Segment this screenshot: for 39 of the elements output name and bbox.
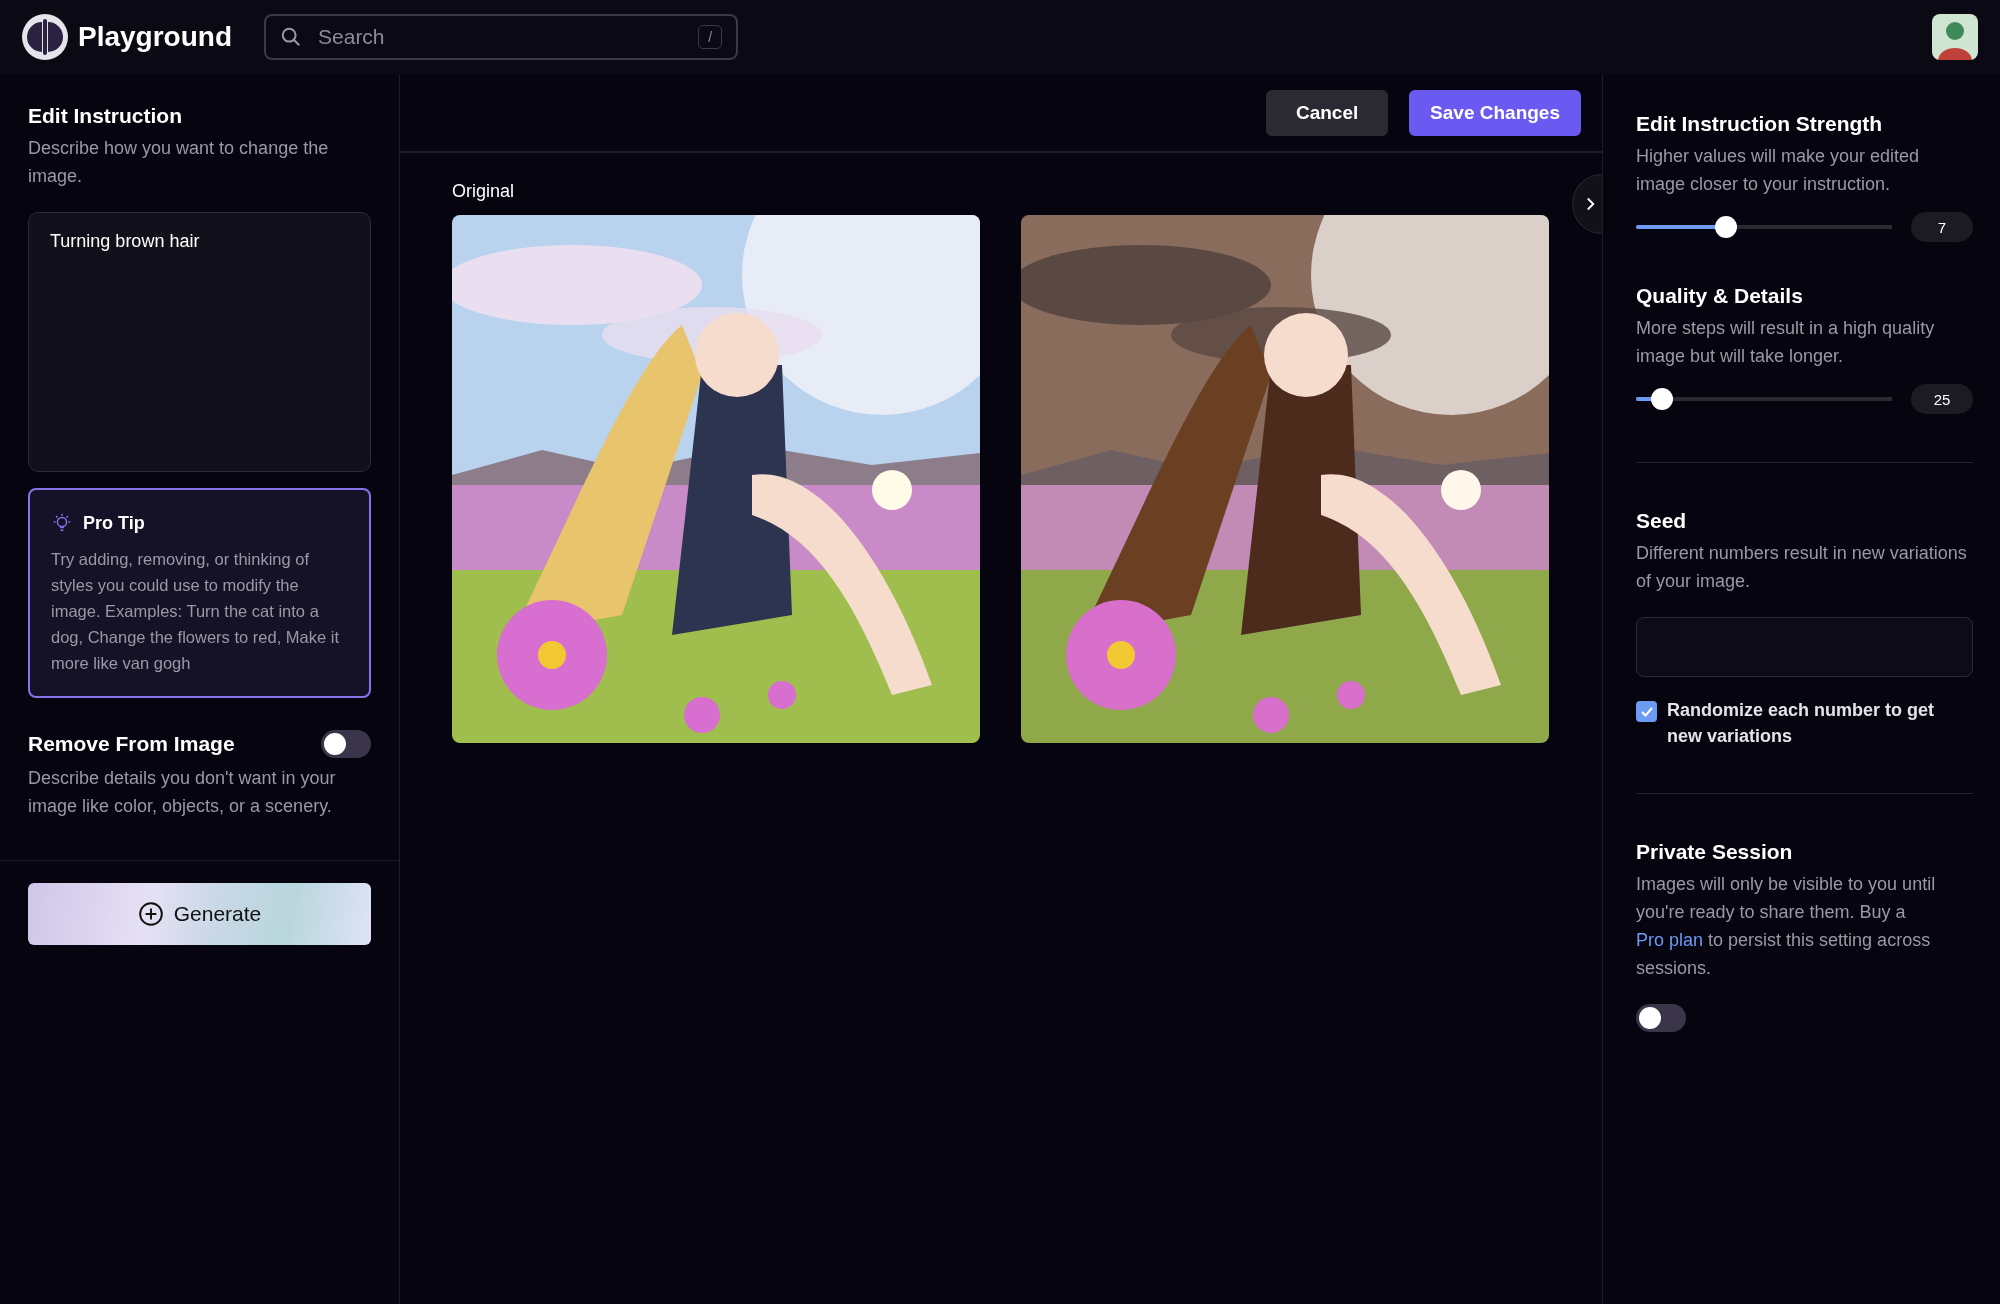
section-description: Higher values will make your edited image closer to your instruction. [1636,145,1921,196]
tip-title: Pro Tip [83,512,145,534]
chevron-right-icon [1585,196,1596,212]
checkbox[interactable] [1636,701,1657,722]
lightbulb-icon [51,512,73,534]
section-title: Edit Instruction [28,104,183,128]
section-description: Different numbers result in new variations of your image. [1636,542,1968,593]
slider-value: 7 [1911,212,1973,242]
section-title: Edit Instruction Strength [1636,112,1884,136]
cancel-button[interactable]: Cancel [1266,89,1389,136]
section-title: Private Session [1636,840,1794,864]
search-input[interactable]: Search [316,24,685,50]
section-description: Describe details you don't want in your image like color, objects, or a scenery. [28,767,337,818]
section-description: Describe how you want to change the image. [28,137,330,188]
tip-text: Try adding, removing, or thinking of styles you could use to modify the image. Examples: Turn the cat into a dog, Change the flowers to red, Make it more like van gogh [51,549,340,674]
plus-circle-icon [137,901,164,927]
shortcut-key: / [698,25,722,49]
slider-thumb[interactable] [1714,216,1737,238]
private-toggle[interactable] [1636,1004,1686,1032]
slider-value: 25 [1911,384,1973,414]
generate-button[interactable]: Generate [28,883,371,945]
section-description: Images will only be visible to you until you're ready to share them. Buy a Pro plan to persist this setting across sessions. [1636,873,1937,980]
section-description: More steps will result in a high quality image but will take longer. [1636,317,1936,368]
save-button[interactable]: Save Changes [1409,89,1581,136]
brand-name: Playground [78,21,232,53]
pro-plan-link[interactable]: Pro plan [1636,930,1704,950]
checkbox-label: Randomize each number to get new variations [1667,699,1936,748]
section-title: Quality & Details [1636,284,1804,308]
avatar-icon[interactable] [1932,14,1978,60]
slider-thumb[interactable] [1650,388,1673,410]
logo-icon [22,14,68,60]
instruction-input[interactable]: Turning brown hair [28,212,371,472]
section-title: Remove From Image [28,732,235,756]
image-label: Original [452,181,516,203]
search-field[interactable]: Search / [264,14,738,60]
remove-toggle[interactable] [321,730,371,758]
section-title: Seed [1636,509,1688,533]
search-icon [280,26,302,48]
seed-input[interactable] [1636,617,1973,677]
